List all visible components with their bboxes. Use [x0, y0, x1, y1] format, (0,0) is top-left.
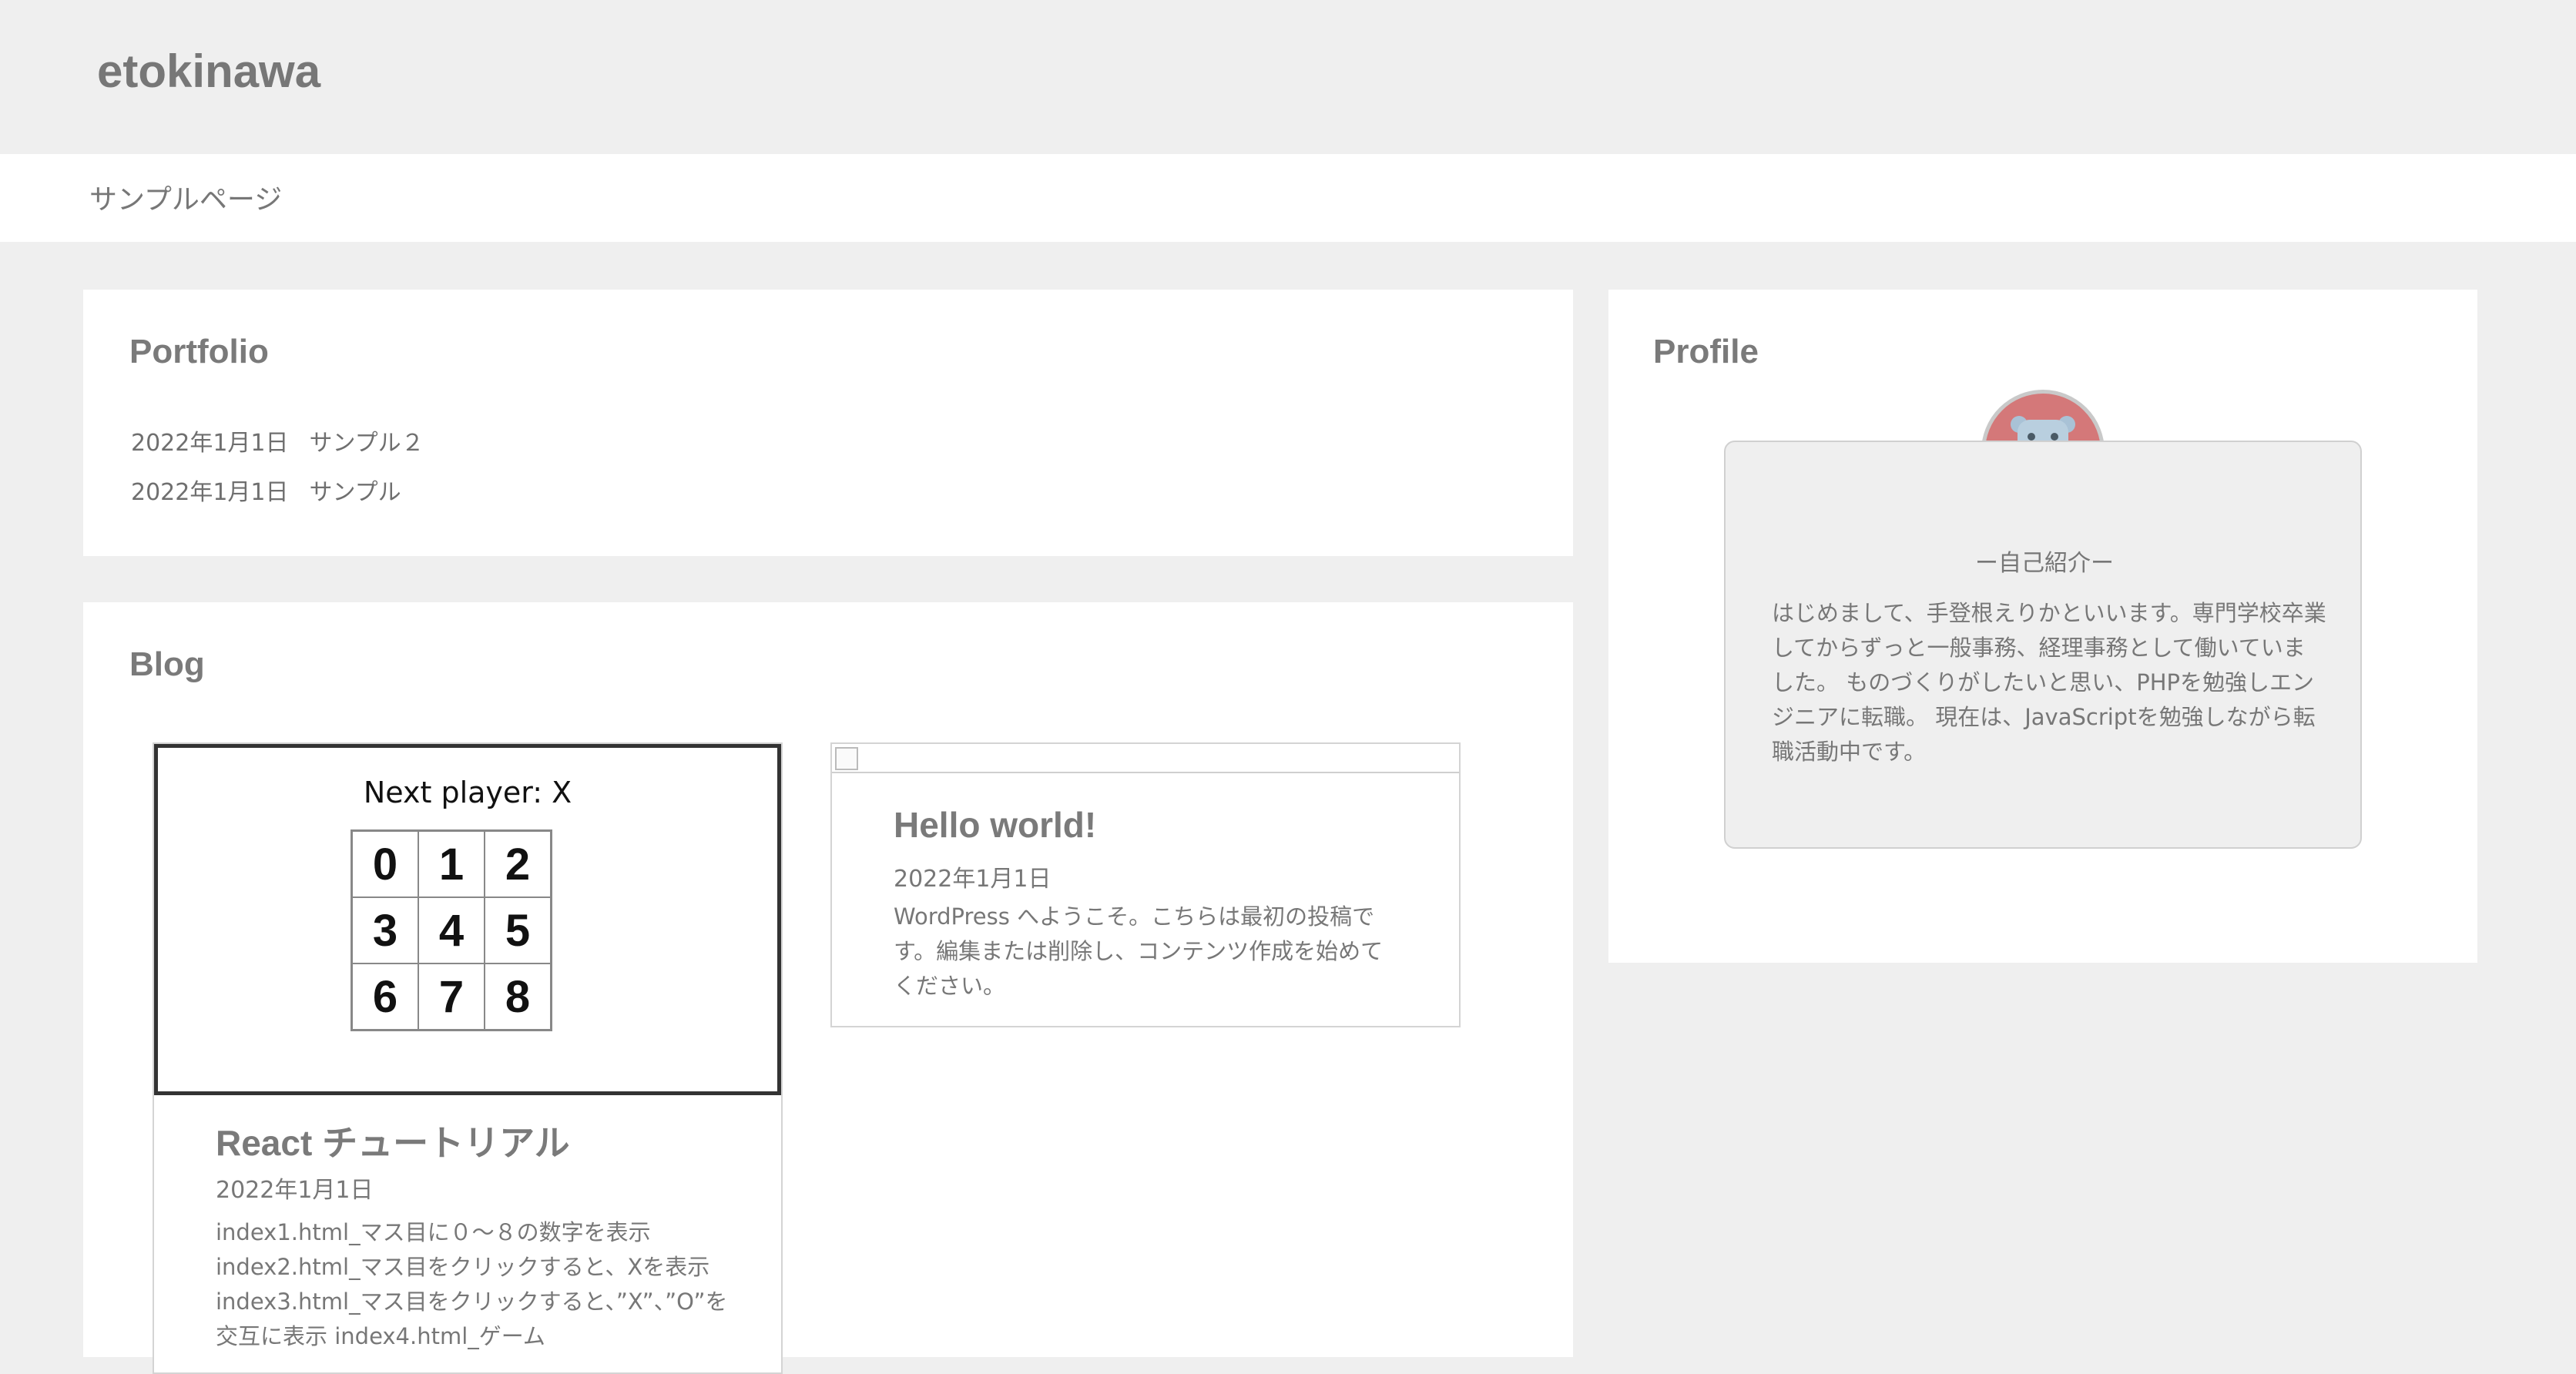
- post-title[interactable]: Hello world!: [894, 804, 1096, 846]
- post-title[interactable]: React チュートリアル: [216, 1115, 570, 1166]
- board-square: 5: [485, 897, 551, 963]
- portfolio-item: 2022年1月1日 サンプル２: [131, 424, 424, 457]
- board-square: 2: [485, 831, 551, 897]
- blog-title: Blog: [129, 645, 205, 683]
- board-square: 4: [418, 897, 485, 963]
- broken-image-icon: [835, 747, 858, 770]
- profile-card: ー自己紹介ー はじめまして、手登根えりかといいます。専門学校卒業してからずっと一…: [1724, 441, 2362, 849]
- portfolio-item-date: 2022年1月1日: [131, 479, 289, 506]
- blog-card-react-tutorial[interactable]: Next player: X 0 1 2 3 4 5 6 7 8 React チ…: [153, 742, 783, 1374]
- blog-card-hello-world[interactable]: Hello world! 2022年1月1日 WordPress へようこそ。こ…: [830, 742, 1461, 1027]
- board-square: 3: [352, 897, 418, 963]
- board-square: 0: [352, 831, 418, 897]
- profile-title: Profile: [1653, 333, 1759, 370]
- board-square: 6: [352, 963, 418, 1030]
- intro-heading: ー自己紹介ー: [1975, 550, 2114, 577]
- main-nav: サンプルページ: [0, 154, 2576, 242]
- profile-section: Profile ー自己紹介ー はじめまして、手登根えりかといいます。専門学校卒業…: [1608, 290, 2477, 963]
- portfolio-section: Portfolio 2022年1月1日 サンプル２ 2022年1月1日 サンプル: [83, 290, 1573, 556]
- board-square: 7: [418, 963, 485, 1030]
- blog-section: Blog Next player: X 0 1 2 3 4 5 6 7 8 Re…: [83, 602, 1573, 1374]
- portfolio-item-link[interactable]: サンプル２: [310, 430, 424, 457]
- post-thumbnail[interactable]: Next player: X 0 1 2 3 4 5 6 7 8: [154, 744, 781, 1095]
- post-thumbnail[interactable]: [832, 744, 1459, 773]
- nav-item-sample-page[interactable]: サンプルページ: [89, 177, 282, 217]
- portfolio-item: 2022年1月1日 サンプル: [131, 473, 401, 507]
- site-header: etokinawa: [0, 0, 2576, 154]
- site-title[interactable]: etokinawa: [97, 45, 320, 98]
- post-date: 2022年1月1日: [216, 1177, 374, 1204]
- post-date: 2022年1月1日: [894, 866, 1052, 893]
- post-excerpt: index1.html_マス目に０〜８の数字を表示 index2.html_マス…: [216, 1219, 728, 1349]
- post-excerpt: WordPress へようこそ。こちらは最初の投稿です。編集または削除し、コンテ…: [894, 903, 1384, 999]
- game-board: 0 1 2 3 4 5 6 7 8: [351, 829, 552, 1031]
- portfolio-title: Portfolio: [129, 333, 269, 370]
- portfolio-item-link[interactable]: サンプル: [310, 479, 401, 506]
- intro-text: はじめまして、手登根えりかといいます。専門学校卒業してからずっと一般事務、経理事…: [1772, 600, 2326, 765]
- next-player-label: Next player: X: [363, 776, 572, 809]
- portfolio-item-date: 2022年1月1日: [131, 430, 289, 457]
- board-square: 8: [485, 963, 551, 1030]
- board-square: 1: [418, 831, 485, 897]
